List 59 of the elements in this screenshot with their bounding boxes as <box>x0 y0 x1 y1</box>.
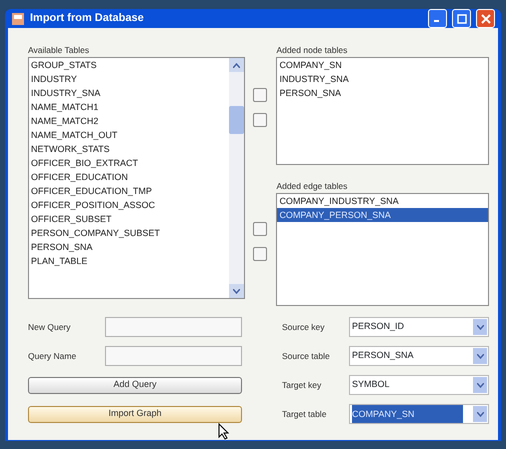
scroll-down-icon[interactable] <box>228 284 244 298</box>
text-field[interactable] <box>105 317 242 337</box>
caret-icon[interactable] <box>473 348 487 364</box>
import-button[interactable]: Import Graph <box>28 406 242 422</box>
list-item[interactable]: NAME_MATCH2 <box>29 114 229 128</box>
app-icon <box>11 12 25 26</box>
remove-edge-button[interactable] <box>252 247 267 261</box>
list-item[interactable]: COMPANY_INDUSTRY_SNA <box>277 194 488 208</box>
field-label: Target key <box>282 378 322 392</box>
list-item[interactable]: OFFICER_EDUCATION_TMP <box>29 184 229 198</box>
text-field[interactable] <box>105 346 242 366</box>
list-item[interactable]: COMPANY_PERSON_SNA <box>277 208 488 222</box>
available-tables-list[interactable] <box>28 57 245 299</box>
add-node-button[interactable] <box>252 88 267 102</box>
caret-icon[interactable] <box>473 406 487 422</box>
add-query-button[interactable]: Add Query <box>28 376 242 394</box>
maximize-icon <box>456 14 466 24</box>
add-edge-button[interactable] <box>252 222 267 236</box>
list-item[interactable]: OFFICER_SUBSET <box>29 212 229 226</box>
node-tables-list[interactable]: COMPANY_SN INDUSTRY_SNA PERSON_SNA <box>276 57 489 165</box>
list-label: Available Tables <box>28 44 90 57</box>
list-item[interactable]: PERSON_COMPANY_SUBSET <box>29 226 229 240</box>
list-item[interactable]: PERSON_SNA <box>277 86 488 100</box>
list-item[interactable]: OFFICER_POSITION_ASSOC <box>29 198 229 212</box>
list-item[interactable]: NAME_MATCH1 <box>29 100 229 114</box>
list-item[interactable]: PLAN_TABLE <box>29 254 229 268</box>
list-item[interactable]: GROUP_STATS <box>29 58 229 72</box>
caret-icon[interactable] <box>473 319 487 335</box>
caret-icon[interactable] <box>473 377 487 393</box>
list-label: Added edge tables <box>276 180 348 193</box>
mouse-pointer-icon <box>218 423 230 440</box>
dropdown-field[interactable]: PERSON_ID <box>349 317 489 337</box>
field-label: New Query <box>28 320 72 334</box>
list-item[interactable]: INDUSTRY_SNA <box>29 86 229 100</box>
minimize-button[interactable] <box>428 9 447 28</box>
list-item[interactable]: INDUSTRY_SNA <box>277 72 488 86</box>
list-item[interactable]: OFFICER_BIO_EXTRACT <box>29 156 229 170</box>
close-icon <box>480 14 490 24</box>
field-label: Target table <box>282 408 326 420</box>
field-label: Source key <box>282 320 325 334</box>
scrollbar-thumb[interactable] <box>228 106 244 134</box>
dropdown-field[interactable]: COMPANY_SN <box>349 404 489 424</box>
list-item[interactable]: NETWORK_STATS <box>29 142 229 156</box>
dropdown-field[interactable]: SYMBOL <box>349 375 489 395</box>
list-item[interactable]: NAME_MATCH_OUT <box>29 128 229 142</box>
list-item[interactable]: INDUSTRY <box>29 72 229 86</box>
dropdown-field[interactable]: PERSON_SNA <box>349 346 489 366</box>
field-label: Source table <box>282 350 330 362</box>
remove-node-button[interactable] <box>252 113 267 127</box>
list-item[interactable]: PERSON_SNA <box>29 240 229 254</box>
scroll-up-icon[interactable] <box>228 58 244 72</box>
list-item[interactable]: OFFICER_EDUCATION <box>29 170 229 184</box>
edge-tables-list[interactable]: COMPANY_INDUSTRY_SNA COMPANY_PERSON_SNA <box>276 193 489 306</box>
list-label: Added node tables <box>276 44 348 57</box>
list-item[interactable]: COMPANY_SN <box>277 58 488 72</box>
window-title: Import from Database <box>30 11 144 26</box>
maximize-button[interactable] <box>452 9 471 28</box>
close-button[interactable] <box>476 9 495 28</box>
field-label: Query Name <box>28 350 78 362</box>
